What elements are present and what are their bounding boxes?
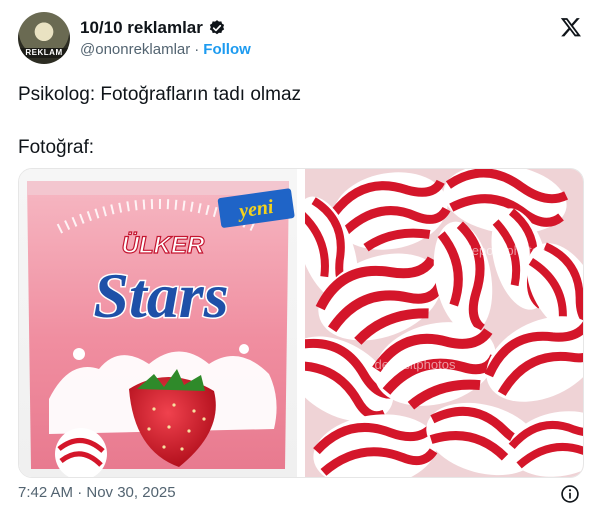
- avatar[interactable]: REKLAM: [18, 12, 70, 64]
- candies-photo[interactable]: depositphotos depositphotos: [286, 169, 583, 477]
- brand-label: ÜLKER: [122, 232, 205, 259]
- candy-pile: [286, 169, 583, 477]
- timestamp[interactable]: 7:42 AM · Nov 30, 2025: [18, 484, 176, 501]
- display-name[interactable]: 10/10 reklamlar: [80, 18, 203, 38]
- tweet-media[interactable]: yeni ÜLKER Stars depositphotos depositph…: [18, 168, 584, 478]
- x-logo-icon[interactable]: [560, 16, 582, 38]
- stars-package-illustration: yeni ÜLKER Stars: [27, 181, 295, 477]
- separator: ·: [194, 41, 200, 58]
- name-row: 10/10 reklamlar: [80, 18, 226, 38]
- product-label: Stars: [93, 260, 228, 331]
- handle[interactable]: @ononreklamlar: [80, 41, 190, 58]
- watermark-2: depositphotos: [375, 357, 456, 372]
- avatar-label: REKLAM: [18, 48, 70, 58]
- tweet-header: REKLAM 10/10 reklamlar @ononreklamlar · …: [18, 12, 588, 68]
- tweet-line-2: Fotoğraf:: [18, 137, 95, 158]
- candies-illustration: depositphotos depositphotos: [286, 169, 583, 477]
- tweet-line-1: Psikolog: Fotoğrafların tadı olmaz: [18, 84, 302, 105]
- follow-button[interactable]: Follow: [203, 41, 251, 58]
- watermark-1: depositphotos: [465, 243, 546, 258]
- handle-row: @ononreklamlar · Follow: [80, 41, 251, 58]
- info-icon[interactable]: [560, 484, 580, 504]
- stars-package-image[interactable]: yeni ÜLKER Stars: [19, 169, 297, 477]
- verified-badge-icon: [209, 20, 225, 35]
